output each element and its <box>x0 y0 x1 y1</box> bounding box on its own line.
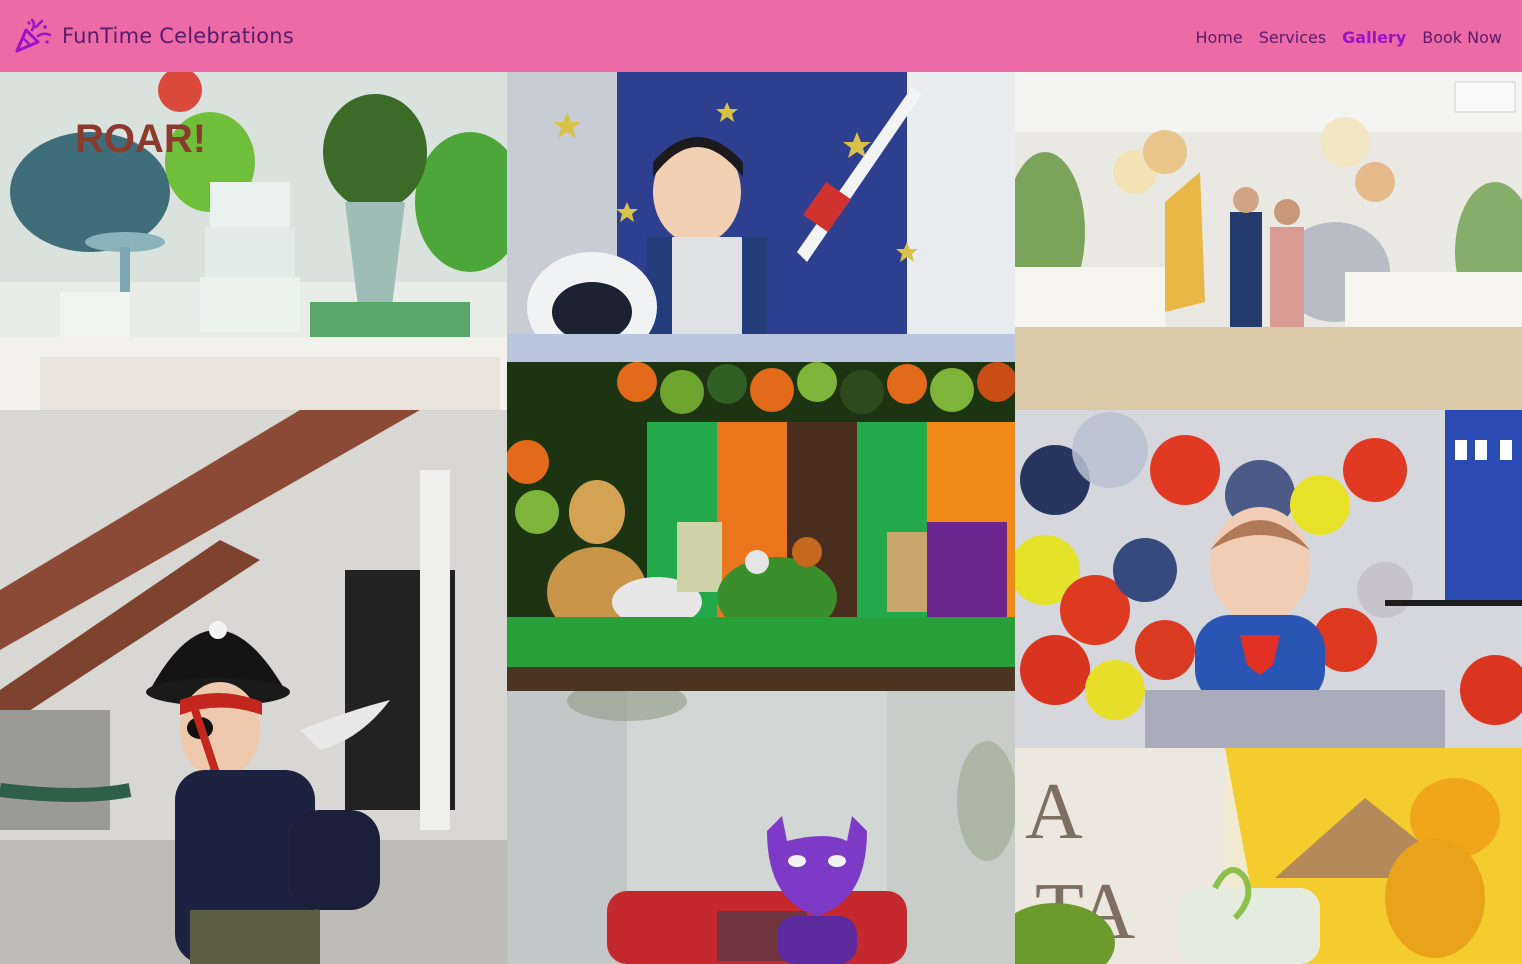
svg-text:ROAR!: ROAR! <box>75 117 206 161</box>
gallery-photo-superman-baby[interactable] <box>1015 410 1522 748</box>
gallery-photo-jungle-table[interactable] <box>507 362 1015 691</box>
gallery-photo-lion-king-cake[interactable]: A TA <box>1015 748 1522 964</box>
nav-book-now-link[interactable]: Book Now <box>1422 28 1502 47</box>
nav-services-link[interactable]: Services <box>1259 28 1326 47</box>
gallery-photo-batman-toy[interactable] <box>507 691 1015 964</box>
main-nav: Home Services Gallery Book Now <box>1195 24 1502 50</box>
gallery-photo-safari-family[interactable] <box>1015 72 1522 410</box>
gallery-photo-pirate-child[interactable] <box>0 410 507 964</box>
brand[interactable]: FunTime Celebrations <box>14 17 294 55</box>
nav-gallery-link[interactable]: Gallery <box>1342 28 1406 47</box>
brand-name: FunTime Celebrations <box>62 24 294 48</box>
nav-home-link[interactable]: Home <box>1195 28 1242 47</box>
gallery-photo-dinosaur-cake[interactable]: ROAR! <box>0 72 507 410</box>
party-popper-icon <box>14 18 52 54</box>
site-header: FunTime Celebrations Home Services Galle… <box>0 0 1522 72</box>
gallery-photo-astronaut-boy[interactable] <box>507 72 1015 362</box>
svg-text:A: A <box>1025 768 1083 856</box>
